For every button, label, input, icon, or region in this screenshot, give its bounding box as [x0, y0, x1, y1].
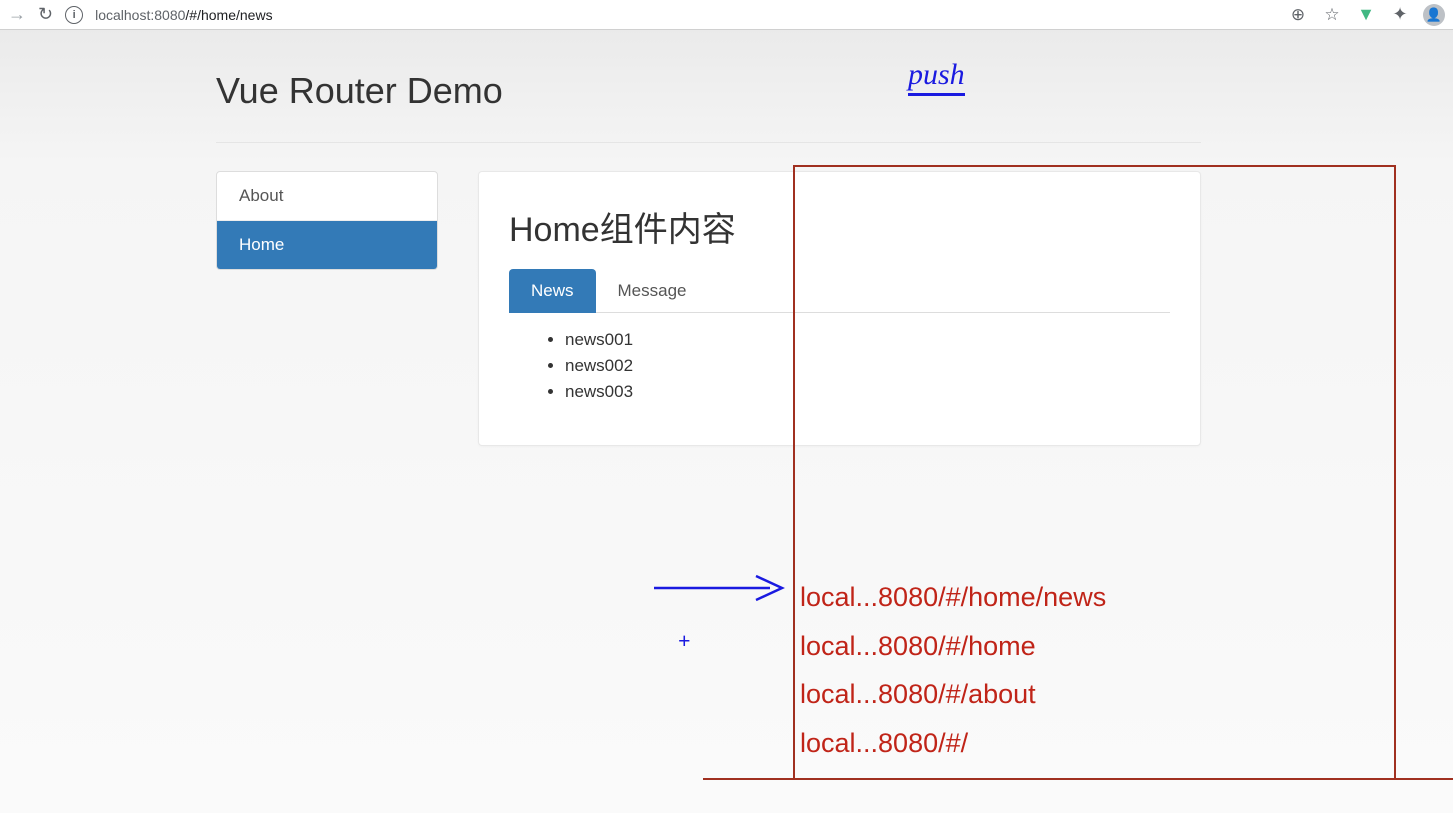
url-port: :8080 — [150, 7, 185, 23]
zoom-icon[interactable]: ⊕ — [1287, 5, 1309, 25]
sidebar-item-home[interactable]: Home — [217, 221, 437, 269]
tab-message[interactable]: Message — [596, 269, 709, 313]
list-item: news003 — [565, 379, 1170, 405]
sidebar-nav: About Home — [216, 171, 438, 270]
title-divider — [216, 142, 1201, 143]
url-host: localhost — [95, 7, 150, 23]
list-item: news002 — [565, 353, 1170, 379]
content-heading: Home组件内容 — [509, 202, 1170, 251]
annotation-plus-icon: + — [678, 628, 691, 654]
sidebar-item-label: About — [239, 186, 283, 205]
reload-icon[interactable]: ↻ — [38, 4, 53, 25]
annotation-arrow-icon — [650, 568, 790, 608]
annotation-stack-entry: local...8080/#/about — [800, 670, 1106, 719]
sidebar-item-label: Home — [239, 235, 284, 254]
content-panel: Home组件内容 News Message news001 news002 ne… — [478, 171, 1201, 446]
tab-bar: News Message — [509, 269, 1170, 313]
site-info-icon[interactable]: i — [65, 6, 83, 24]
forward-arrow-icon[interactable]: → — [8, 4, 26, 25]
annotation-stack-entry: local...8080/#/home/news — [800, 573, 1106, 622]
sidebar-item-about[interactable]: About — [217, 172, 437, 221]
extensions-icon[interactable]: ✦ — [1389, 4, 1411, 25]
bookmark-star-icon[interactable]: ☆ — [1321, 5, 1343, 25]
annotation-stack-entry: local...8080/#/home — [800, 622, 1106, 671]
address-bar[interactable]: localhost:8080/#/home/news — [95, 7, 272, 23]
list-item: news001 — [565, 327, 1170, 353]
vue-devtools-icon[interactable]: ▼ — [1355, 4, 1377, 25]
tab-label: News — [531, 281, 574, 300]
page-title: Vue Router Demo — [216, 70, 1201, 112]
annotation-stack-entry: local...8080/#/ — [800, 719, 1106, 768]
annotation-baseline — [703, 778, 1453, 780]
annotation-history-stack: local...8080/#/home/news local...8080/#/… — [800, 573, 1106, 767]
tab-news[interactable]: News — [509, 269, 596, 313]
news-list: news001 news002 news003 — [509, 327, 1170, 405]
profile-avatar-icon[interactable]: 👤 — [1423, 4, 1445, 26]
tab-label: Message — [618, 281, 687, 300]
url-path: /#/home/news — [185, 7, 272, 23]
browser-toolbar: → ↻ i localhost:8080/#/home/news ⊕ ☆ ▼ ✦… — [0, 0, 1453, 30]
page-body: Vue Router Demo About Home Home组件内容 News — [0, 30, 1453, 446]
